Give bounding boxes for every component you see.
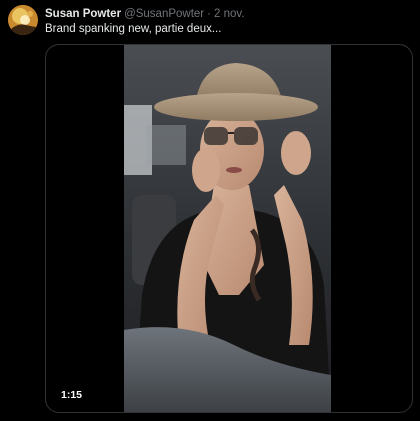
avatar-image [8,5,38,35]
tweet-header: Susan Powter @SusanPowter · 2 nov. [45,6,244,22]
video-frame[interactable] [124,45,331,412]
video-duration-badge: 1:15 [56,387,88,403]
author-handle[interactable]: @SusanPowter [124,8,204,20]
tweet-text: Brand spanking new, partie deux... [45,23,222,35]
separator-dot: · [207,8,211,20]
video-player[interactable]: 1:15 [45,44,413,413]
avatar[interactable] [8,5,38,35]
author-name[interactable]: Susan Powter [45,8,121,20]
video-thumbnail [124,45,331,412]
tweet-date[interactable]: 2 nov. [214,8,244,20]
tweet-card[interactable]: Susan Powter @SusanPowter · 2 nov. Brand sp… [0,0,420,421]
